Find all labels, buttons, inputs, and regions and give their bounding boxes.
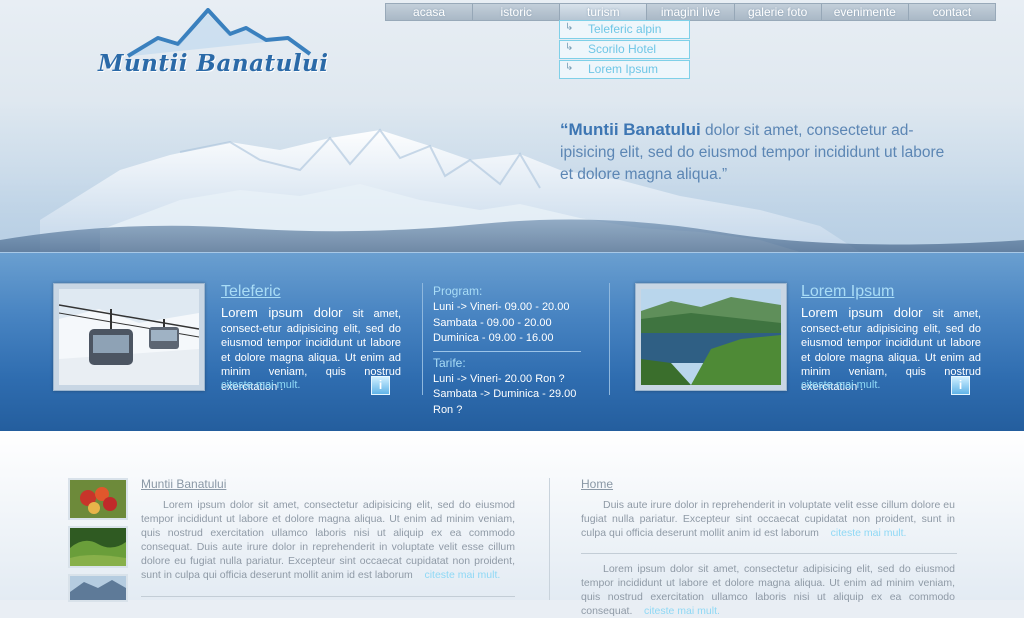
read-more-link[interactable]: citeste mai mult. [644, 605, 720, 617]
main-nav: acasa istoric turism imagini live galeri… [385, 3, 996, 21]
read-more-link[interactable]: citeste mai mult. [424, 569, 500, 581]
gallery-thumbnail[interactable] [68, 526, 128, 568]
submenu-arrow-icon: ↳ [565, 62, 574, 73]
content-divider [549, 478, 550, 600]
program-line: Duminica - 09.00 - 16.00 [433, 332, 554, 344]
dropdown-item-label: Scorilo Hotel [588, 42, 657, 56]
lorem-ipsum-lead: Lorem ipsum dolor [801, 305, 923, 320]
teleferic-lead: Lorem ipsum dolor [221, 305, 343, 320]
info-icon[interactable]: i [951, 376, 970, 395]
hero-quote-lead: “Muntii Banatului [560, 120, 701, 139]
section-text-home-2: Lorem ipsum dolor sit amet, consectetur … [581, 562, 955, 618]
header: Muntii Banatului acasa istoric turism im… [0, 0, 1024, 252]
dropdown-item-label: Lorem Ipsum [588, 62, 659, 76]
nav-item-galerie-foto[interactable]: galerie foto [735, 4, 822, 20]
lake-image [641, 289, 781, 385]
program-divider [433, 350, 581, 352]
gallery-thumbnail[interactable] [68, 478, 128, 520]
program-line: Luni -> Vineri- 09.00 - 20.00 [433, 301, 570, 313]
site-logo[interactable]: Muntii Banatului [98, 8, 328, 80]
content-rule [141, 596, 515, 597]
nav-item-acasa[interactable]: acasa [386, 4, 474, 20]
nav-item-turism[interactable]: turism [560, 4, 648, 20]
fruit-image [70, 480, 126, 518]
nav-item-contact[interactable]: contact [909, 4, 995, 20]
submenu-arrow-icon: ↳ [565, 42, 574, 53]
tarif-line: Sambata -> Duminica - 29.00 Ron ? [433, 388, 577, 416]
hero-quote: “Muntii Banatului dolor sit amet, consec… [560, 119, 950, 186]
nav-item-imagini-live[interactable]: imagini live [647, 4, 735, 20]
dropdown-item-teleferic[interactable]: ↳ Teleferic alpin [559, 20, 690, 39]
nav-item-istoric[interactable]: istoric [473, 4, 561, 20]
lake-photo[interactable] [635, 283, 787, 391]
teleferic-read-more-link[interactable]: citeste mai mult. [221, 379, 300, 391]
submenu-arrow-icon: ↳ [565, 22, 574, 33]
schedule-block: Program: Luni -> Vineri- 09.00 - 20.00 S… [433, 284, 593, 418]
section-text-muntii-banatului: Lorem ipsum dolor sit amet, consectetur … [141, 498, 515, 582]
tarife-heading: Tarife: [433, 355, 466, 370]
section-text-home: Duis aute irure dolor in reprehenderit i… [581, 498, 955, 540]
nav-item-evenimente[interactable]: evenimente [822, 4, 909, 20]
section-title-muntii-banatului[interactable]: Muntii Banatului [141, 477, 226, 491]
turism-dropdown-menu: ↳ Teleferic alpin ↳ Scorilo Hotel ↳ Lore… [559, 20, 690, 80]
mountain-image [70, 576, 126, 600]
program-heading: Program: [433, 284, 483, 298]
section-body: Lorem ipsum dolor sit amet, consectetur … [581, 563, 955, 617]
gondola-image [59, 289, 199, 385]
gallery-thumbnail[interactable] [68, 574, 128, 602]
lorem-ipsum-title[interactable]: Lorem Ipsum [801, 283, 894, 301]
band-divider [609, 283, 610, 395]
read-more-link[interactable]: citeste mai mult. [831, 527, 907, 539]
dropdown-item-scorilo-hotel[interactable]: ↳ Scorilo Hotel [559, 40, 690, 59]
band-divider [422, 283, 423, 395]
dropdown-item-label: Teleferic alpin [588, 22, 662, 36]
section-title-home[interactable]: Home [581, 477, 613, 491]
forest-image [70, 528, 126, 566]
teleferic-photo[interactable] [53, 283, 205, 391]
lorem-ipsum-read-more-link[interactable]: citeste mai mult. [801, 379, 880, 391]
dropdown-item-lorem-ipsum[interactable]: ↳ Lorem Ipsum [559, 60, 690, 79]
tarif-line: Luni -> Vineri- 20.00 Ron ? [433, 372, 565, 385]
content-rule [581, 553, 957, 554]
logo-text: Muntii Banatului [98, 50, 329, 77]
info-icon[interactable]: i [371, 376, 390, 395]
program-line: Sambata - 09.00 - 20.00 [433, 316, 552, 329]
teleferic-title[interactable]: Teleferic [221, 283, 281, 301]
